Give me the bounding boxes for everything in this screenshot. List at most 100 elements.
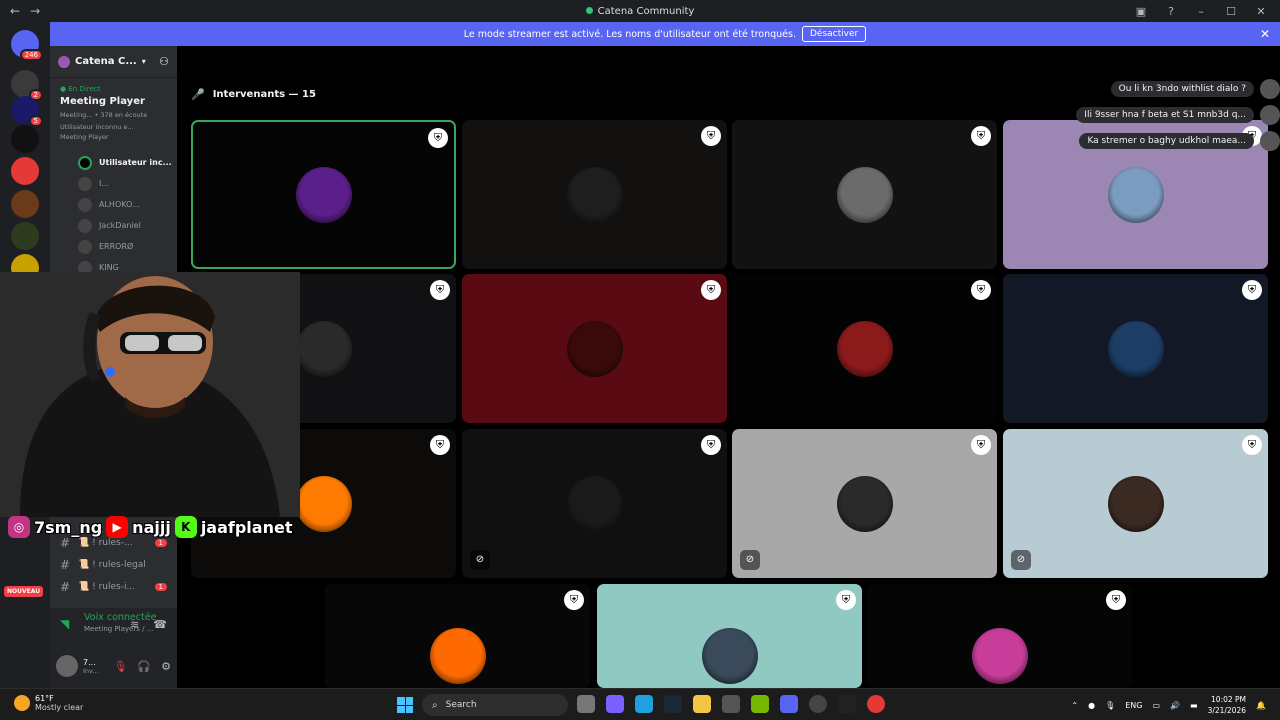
minimize-icon[interactable]: – [1192, 5, 1210, 18]
streamer-mode-banner: Le mode streamer est activé. Les noms d'… [50, 22, 1280, 46]
notification-icon[interactable]: 🔔 [1256, 701, 1266, 710]
moderator-icon: ⛨ [971, 435, 991, 455]
store-icon[interactable] [722, 695, 740, 713]
avatar [78, 155, 92, 170]
speaker-tile[interactable]: ⛨ [732, 120, 997, 269]
server-badge: 5 [28, 115, 43, 127]
volume-icon[interactable]: 🔊 [1170, 701, 1180, 710]
voice-connected-panel: ◥ Voix connectée Meeting Players / ... ≋… [50, 608, 177, 644]
channel-item[interactable]: # 📜 ! rules-i... 1 [50, 576, 177, 598]
forward-arrow-icon[interactable]: → [30, 4, 40, 18]
chevron-up-icon[interactable]: ⌃ [1071, 701, 1078, 710]
language-indicator[interactable]: ENG [1125, 701, 1142, 710]
start-button-icon[interactable] [397, 697, 413, 713]
speaker-tile[interactable]: ⛨ [462, 274, 727, 423]
youtube-handle: najjj [132, 517, 171, 537]
server-icon[interactable] [11, 125, 39, 153]
server-name: Catena C... [75, 56, 137, 67]
noise-suppression-icon[interactable]: ≋ [130, 618, 139, 631]
speaker-tile[interactable]: ⛨ [325, 584, 590, 688]
channel-list: # 📜 ! rules-... 1 # 📜 ! rules-legal # 📜 ! rule… [50, 532, 177, 598]
stage-user[interactable]: ERRORØ [50, 236, 177, 257]
stage-user[interactable]: I... [50, 173, 177, 194]
stage-user[interactable]: ALHOKO... [50, 194, 177, 215]
stage-user[interactable]: Utilisateur inc... [50, 152, 177, 173]
gear-icon[interactable]: ⚙ [161, 660, 171, 673]
stage-user[interactable]: JackDaniel [50, 215, 177, 236]
moderator-icon: ⛨ [971, 280, 991, 300]
avatar [1260, 79, 1280, 99]
mic-muted-icon: ⊘ [470, 550, 490, 570]
edge-icon[interactable] [635, 695, 653, 713]
live-stage-card[interactable]: ● En Direct Meeting Player Meeting... • … [56, 82, 171, 144]
disconnect-icon[interactable]: ☎ [153, 618, 167, 631]
chat-bubble: Ka stremer o baghy udkhol maea... [1079, 133, 1254, 149]
moderator-icon: ⛨ [701, 126, 721, 146]
task-view-icon[interactable] [577, 695, 595, 713]
copilot-icon[interactable] [606, 695, 624, 713]
server-icon[interactable] [11, 157, 39, 185]
server-icon[interactable]: 5 [11, 96, 43, 127]
maximize-icon[interactable]: ☐ [1222, 5, 1240, 18]
hash-icon: # [60, 558, 71, 572]
avatar[interactable] [56, 655, 78, 677]
speakers-label: Intervenants — 15 [212, 89, 316, 100]
moderator-icon: ⛨ [430, 435, 450, 455]
steam-icon[interactable] [664, 695, 682, 713]
avatar [971, 628, 1028, 684]
file-explorer-icon[interactable] [693, 695, 711, 713]
kick-icon: K [174, 516, 197, 538]
battery-icon[interactable]: ▬ [1190, 701, 1198, 710]
speaker-tile[interactable]: ⛨ [462, 120, 727, 269]
user-status: Inv... [83, 666, 99, 675]
screen-share-icon[interactable]: ▣ [1132, 5, 1150, 18]
taskbar-search[interactable]: ⌕ Search [422, 694, 568, 716]
speaker-tile[interactable]: ⛨ [732, 274, 997, 423]
chevron-down-icon[interactable]: ▾ [142, 57, 146, 66]
avatar [1260, 131, 1280, 151]
server-icon[interactable] [11, 222, 39, 250]
app-icon[interactable] [838, 695, 856, 713]
youtube-icon: ▶ [106, 516, 129, 538]
tray-app-icon[interactable]: ● [1088, 701, 1095, 710]
microphone-tray-icon[interactable]: 🎙 [1105, 701, 1115, 710]
chat-message: Ili 9sser hna f beta et S1 mnb3d q... [1076, 105, 1280, 125]
close-icon[interactable]: ✕ [1260, 27, 1270, 41]
obs-icon[interactable] [809, 695, 827, 713]
server-icon[interactable]: 246 [11, 30, 43, 61]
discord-icon[interactable] [780, 695, 798, 713]
speaker-tile[interactable]: ⛨ [867, 584, 1132, 688]
speaker-tile[interactable]: ⛨ ⊘ [1003, 429, 1268, 578]
instagram-handle: 7sm_ng [34, 517, 103, 537]
kick-handle: jaafplanet [200, 517, 293, 537]
speaker-tile[interactable]: ⛨ [191, 120, 456, 269]
chrome-icon[interactable] [867, 695, 885, 713]
weather-widget[interactable]: 61°F Mostly clear [14, 694, 83, 712]
nvidia-icon[interactable] [751, 695, 769, 713]
avatar [78, 197, 92, 212]
nouveau-badge[interactable]: NOUVEAU [4, 586, 44, 597]
weather-temp: 61°F [35, 694, 54, 703]
mic-muted-icon[interactable]: 🎙 [113, 660, 127, 673]
server-header[interactable]: Catena C... ▾ ⚇ [50, 46, 177, 78]
server-icon[interactable]: 2 [11, 70, 43, 101]
channel-item[interactable]: # 📜 ! rules-legal [50, 554, 177, 576]
hash-icon: # [60, 580, 71, 594]
help-icon[interactable]: ? [1162, 5, 1180, 18]
speaker-tile[interactable]: ⛨ [597, 584, 862, 688]
invite-icon[interactable]: ⚇ [159, 55, 169, 68]
speaker-tile[interactable]: ⛨ ⊘ [462, 429, 727, 578]
close-window-icon[interactable]: ✕ [1252, 5, 1270, 18]
speaker-tile[interactable]: ⛨ [1003, 274, 1268, 423]
clock[interactable]: 10:02 PM 3/21/2026 [1208, 694, 1246, 716]
speaker-tile[interactable]: ⛨ ⊘ [732, 429, 997, 578]
avatar [78, 176, 92, 191]
deactivate-button[interactable]: Désactiver [801, 26, 867, 42]
moderator-icon: ⛨ [1242, 280, 1262, 300]
server-icon[interactable] [11, 190, 39, 218]
taskbar-apps [577, 695, 885, 713]
unread-badge: 1 [154, 539, 167, 547]
headphones-icon[interactable]: 🎧 [137, 660, 151, 673]
back-arrow-icon[interactable]: ← [10, 4, 20, 18]
network-icon[interactable]: ▭ [1152, 701, 1160, 710]
